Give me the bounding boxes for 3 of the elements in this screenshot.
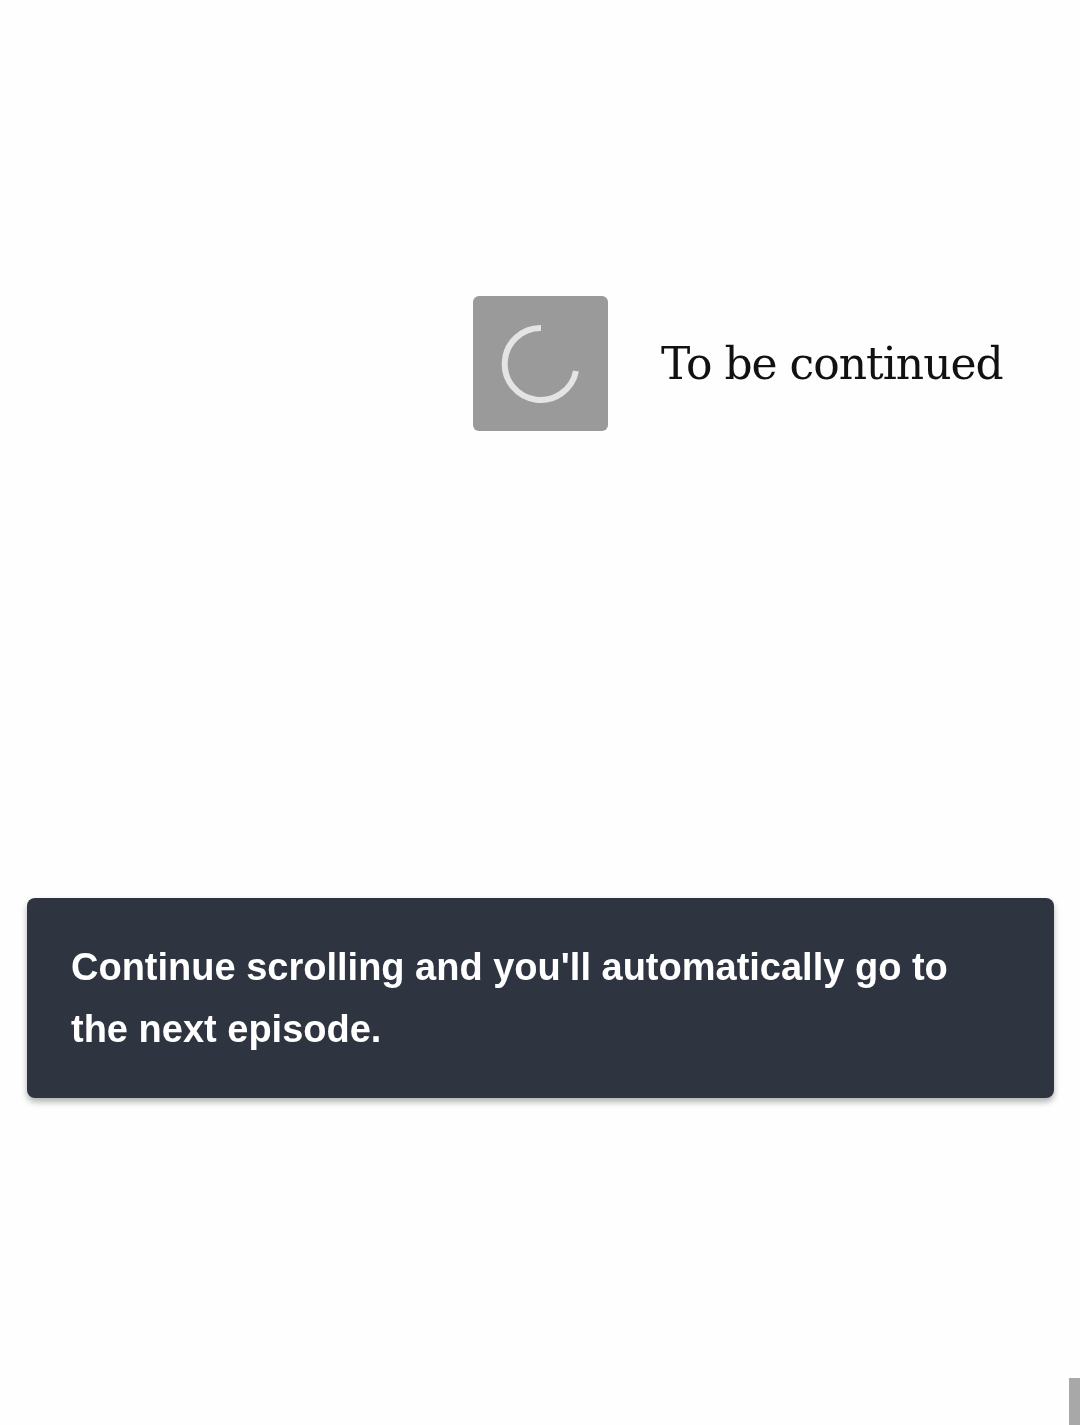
episode-end-label: To be continued (661, 338, 1003, 389)
toast-message: Continue scrolling and you'll automatically go to the next episode. (71, 945, 949, 1052)
scrollbar-thumb[interactable] (1069, 1378, 1080, 1425)
